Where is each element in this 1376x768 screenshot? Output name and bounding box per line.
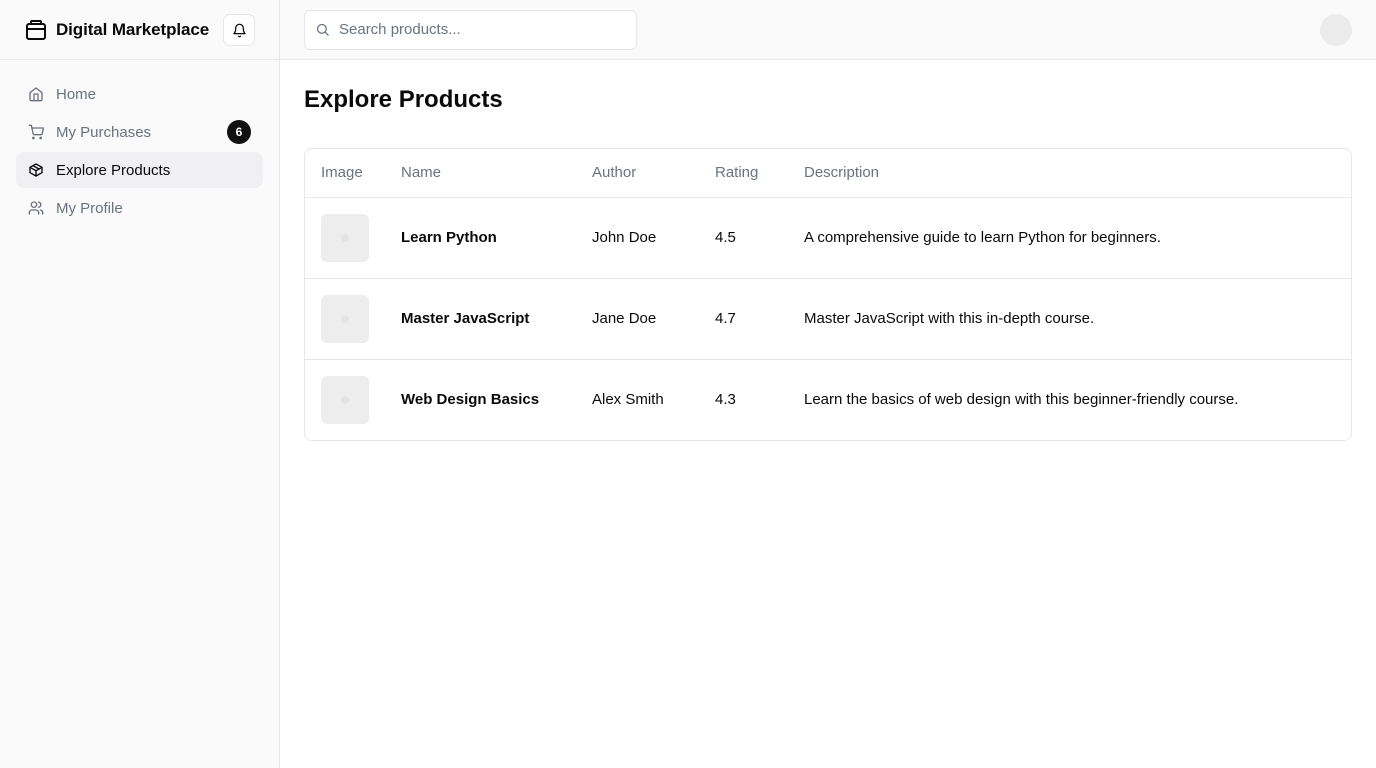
bell-icon (232, 23, 247, 38)
avatar[interactable] (1320, 14, 1352, 46)
table-row[interactable]: Learn Python John Doe 4.5 A comprehensiv… (305, 197, 1351, 279)
sidebar-item-my-profile[interactable]: My Profile (16, 190, 263, 226)
sidebar-item-explore-products[interactable]: Explore Products (16, 152, 263, 188)
product-rating: 4.7 (699, 278, 788, 360)
product-description: Master JavaScript with this in-depth cou… (788, 278, 1351, 360)
purchases-count-badge: 6 (227, 120, 251, 144)
product-rating: 4.3 (715, 391, 736, 409)
search-box[interactable] (304, 9, 637, 50)
product-description: Learn the basics of web design with this… (804, 391, 1239, 409)
product-image-placeholder (321, 375, 369, 424)
product-image-cell (305, 278, 385, 360)
product-image-cell (305, 359, 385, 440)
app-title: Digital Marketplace (56, 19, 210, 39)
home-icon (28, 86, 44, 102)
top-bar (280, 0, 1376, 60)
main-area: Explore Products Image Name Au (280, 0, 1376, 768)
sidebar-item-label: My Profile (56, 199, 123, 217)
sidebar-item-label: Explore Products (56, 161, 171, 179)
package-icon (24, 18, 48, 42)
column-header-description: Description (788, 149, 1351, 198)
sidebar-item-label: Home (56, 85, 97, 103)
box-icon (28, 162, 44, 178)
product-name: Master JavaScript (385, 278, 576, 360)
product-author: Alex Smith (592, 391, 664, 409)
sidebar-item-home[interactable]: Home (16, 76, 263, 112)
shopping-cart-icon (28, 124, 44, 140)
column-header-name: Name (385, 149, 576, 198)
brand-bar: Digital Marketplace (0, 0, 279, 60)
table-header-row: Image Name Author Rating Description (305, 149, 1351, 198)
products-table: Image Name Author Rating Description Lea… (305, 149, 1351, 440)
sidebar-item-my-purchases[interactable]: My Purchases 6 (16, 114, 263, 150)
main-content: Explore Products Image Name Author Ratin… (280, 60, 1376, 465)
product-description: A comprehensive guide to learn Python fo… (788, 197, 1351, 279)
product-name: Web Design Basics (401, 391, 540, 409)
sidebar-nav: Home My Purchases 6 Explore Products My … (0, 60, 279, 244)
products-table-card: Image Name Author Rating Description Lea… (304, 148, 1352, 441)
column-header-author: Author (576, 149, 699, 198)
notifications-button[interactable] (223, 14, 255, 46)
table-row[interactable]: Web Design Basics Alex Smith 4.3 Learn t… (305, 359, 1351, 440)
search-input[interactable] (339, 21, 619, 38)
app-root: Digital Marketplace Home My Purchases 6 … (0, 0, 1376, 768)
users-icon (28, 200, 44, 216)
page-title: Explore Products (304, 86, 503, 113)
search-icon (315, 22, 331, 38)
product-name: Learn Python (385, 197, 576, 279)
product-author: John Doe (576, 197, 699, 279)
product-author: Jane Doe (576, 278, 699, 360)
sidebar-item-label: My Purchases (56, 123, 152, 141)
product-rating: 4.5 (699, 197, 788, 279)
column-header-image: Image (305, 149, 385, 198)
sidebar: Digital Marketplace Home My Purchases 6 … (0, 0, 280, 768)
table-row[interactable]: Master JavaScript Jane Doe 4.7 Master Ja… (305, 278, 1351, 360)
product-image-placeholder (321, 213, 369, 262)
product-image-placeholder (321, 294, 369, 343)
column-header-rating: Rating (699, 149, 788, 198)
product-image-cell (305, 197, 385, 279)
